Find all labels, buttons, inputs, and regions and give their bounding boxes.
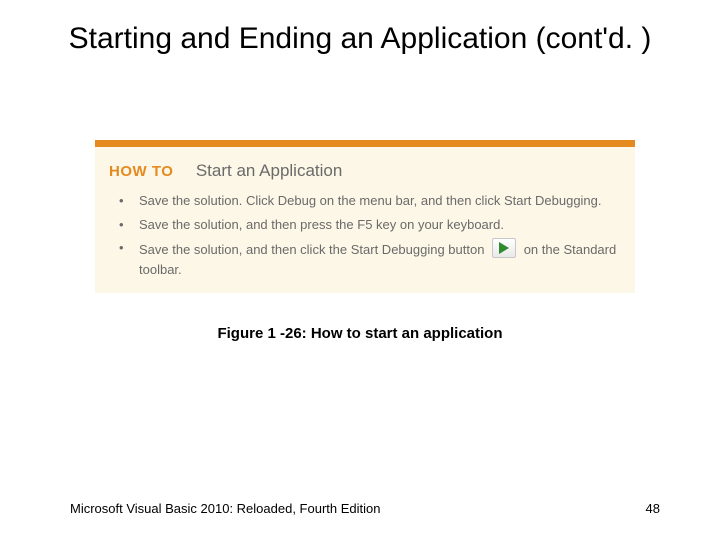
howto-list: Save the solution. Click Debug on the me… xyxy=(95,189,635,281)
list-item-text: Save the solution, and then press the F5… xyxy=(139,217,504,232)
list-item: Save the solution, and then press the F5… xyxy=(125,213,621,237)
start-debugging-button-icon xyxy=(492,238,516,258)
list-item-text: Save the solution. Click Debug on the me… xyxy=(139,193,602,208)
howto-figure: HOW TO Start an Application Save the sol… xyxy=(95,140,635,293)
slide: Starting and Ending an Application (cont… xyxy=(0,0,720,540)
howto-title: Start an Application xyxy=(196,161,342,180)
figure-header: HOW TO Start an Application xyxy=(95,147,635,187)
page-title: Starting and Ending an Application (cont… xyxy=(0,20,720,58)
list-item-text-pre: Save the solution, and then click the St… xyxy=(139,242,484,257)
footer-source: Microsoft Visual Basic 2010: Reloaded, F… xyxy=(70,501,380,516)
list-item: Save the solution. Click Debug on the me… xyxy=(125,189,621,213)
list-item: Save the solution, and then click the St… xyxy=(125,236,621,281)
howto-label: HOW TO xyxy=(109,163,173,180)
play-icon xyxy=(498,241,510,255)
figure-top-bar xyxy=(95,140,635,147)
page-number: 48 xyxy=(646,501,660,516)
figure-caption: Figure 1 -26: How to start an applicatio… xyxy=(0,325,720,342)
